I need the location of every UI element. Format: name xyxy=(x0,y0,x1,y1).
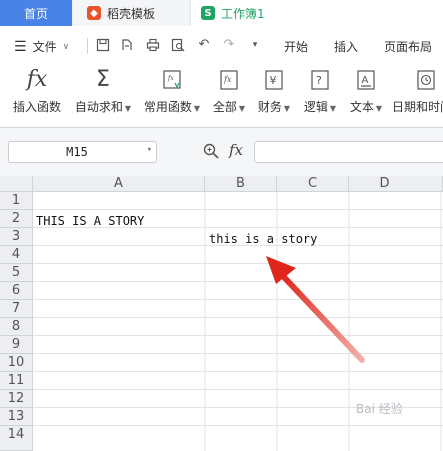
row-header[interactable]: 13 xyxy=(0,408,33,426)
redo-icon[interactable]: ↷ xyxy=(222,38,236,52)
column-header-c[interactable]: C xyxy=(277,176,349,192)
all-functions-button[interactable]: fx 全部 ▼ xyxy=(210,68,248,118)
menu-insert-label: 插入 xyxy=(334,40,359,54)
finance-button[interactable]: ¥ 财务 ▼ xyxy=(254,68,294,118)
finance-label: 财务 xyxy=(257,100,282,114)
name-box[interactable]: M15 ▾ xyxy=(8,141,157,163)
logic-label: 逻辑 xyxy=(303,100,328,114)
save-icon[interactable] xyxy=(96,38,110,52)
all-functions-label: 全部 xyxy=(212,100,237,114)
print-icon[interactable] xyxy=(146,38,160,52)
column-header-d[interactable]: D xyxy=(349,176,443,192)
autosum-button[interactable]: Σ 自动求和 ▼ xyxy=(74,68,132,118)
file-menu-label: 文件 xyxy=(32,40,57,54)
tab-home-label: 首页 xyxy=(23,6,48,21)
datetime-label: 日期和时间 xyxy=(392,100,443,114)
docer-icon: ◆ xyxy=(87,6,101,20)
common-functions-label: 常用函数 xyxy=(143,100,192,114)
menu-bar: ☰ 文件 ∨ ↶ ↷ ▾ 开始 插入 页面布局 xyxy=(0,26,443,66)
finance-icon: ¥ xyxy=(265,70,283,90)
svg-text:?: ? xyxy=(316,74,322,87)
row-header[interactable]: 6 xyxy=(0,282,33,300)
cell-b3[interactable]: this is a story xyxy=(209,232,317,246)
column-header-b[interactable]: B xyxy=(205,176,277,192)
row-header[interactable]: 11 xyxy=(0,372,33,390)
caret-down-icon: ▼ xyxy=(283,104,291,113)
row-header[interactable]: 9 xyxy=(0,336,33,354)
chevron-down-icon: ∨ xyxy=(62,41,70,52)
datetime-button[interactable]: 日期和时间 xyxy=(392,68,443,118)
caret-down-icon: ▼ xyxy=(329,104,337,113)
spreadsheet-window: 首页 ◆ 稻壳模板 S 工作簿1 ☰ 文件 ∨ ↶ ↷ ▾ 开始 插入 页面布局… xyxy=(0,0,443,451)
tab-workbook[interactable]: S 工作簿1 xyxy=(191,0,443,26)
chevron-down-icon[interactable]: ▾ xyxy=(147,145,152,155)
hamburger-icon: ☰ xyxy=(14,38,27,55)
text-functions-button[interactable]: A 文本 ▼ xyxy=(346,68,386,118)
row-header[interactable]: 4 xyxy=(0,246,33,264)
undo-icon[interactable]: ↶ xyxy=(197,38,211,52)
fx-insert-function-icon: fx xyxy=(26,67,48,92)
divider xyxy=(87,38,88,54)
common-functions-button[interactable]: fx 常用函数 ▼ xyxy=(142,68,202,118)
autosum-label: 自动求和 xyxy=(74,100,123,114)
menu-page-layout-label: 页面布局 xyxy=(384,40,433,54)
export-pdf-icon[interactable] xyxy=(120,38,134,52)
column-header-a[interactable]: A xyxy=(33,176,205,192)
tab-home[interactable]: 首页 xyxy=(0,0,72,26)
text-icon: A xyxy=(357,70,375,90)
quick-access-dropdown-icon[interactable]: ▾ xyxy=(248,38,262,52)
formula-bar: M15 ▾ fx xyxy=(0,128,443,176)
svg-text:fx: fx xyxy=(223,75,232,84)
print-preview-icon[interactable] xyxy=(171,38,185,52)
logic-icon: ? xyxy=(311,70,329,90)
caret-down-icon: ▼ xyxy=(124,104,132,113)
file-menu[interactable]: ☰ 文件 ∨ xyxy=(14,38,69,55)
caret-down-icon: ▼ xyxy=(375,104,383,113)
fx-icon[interactable]: fx xyxy=(229,141,243,159)
svg-text:A: A xyxy=(362,75,369,86)
row-header[interactable]: 8 xyxy=(0,318,33,336)
datetime-icon xyxy=(417,70,435,90)
common-function-icon: fx xyxy=(163,70,181,89)
tab-bar: 首页 ◆ 稻壳模板 S 工作簿1 xyxy=(0,0,443,26)
autosum-icon: Σ xyxy=(96,67,110,92)
spreadsheet-icon: S xyxy=(201,6,215,20)
logic-button[interactable]: ? 逻辑 ▼ xyxy=(300,68,340,118)
tab-template[interactable]: ◆ 稻壳模板 xyxy=(73,0,189,26)
menu-insert[interactable]: 插入 xyxy=(334,38,358,55)
caret-down-icon: ▼ xyxy=(238,104,246,113)
all-functions-icon: fx xyxy=(220,70,238,90)
menu-start[interactable]: 开始 xyxy=(284,38,308,55)
row-header[interactable]: 1 xyxy=(0,192,33,210)
row-header[interactable]: 2 xyxy=(0,210,33,228)
row-header[interactable]: 7 xyxy=(0,300,33,318)
select-all-corner[interactable] xyxy=(0,176,33,192)
zoom-search-icon[interactable] xyxy=(202,142,220,160)
watermark: Bai 经验 xyxy=(356,402,403,416)
insert-function-label: 插入函数 xyxy=(12,100,61,114)
cell-a2[interactable]: THIS IS A STORY xyxy=(36,214,144,228)
row-header[interactable]: 14 xyxy=(0,426,33,451)
tab-template-label: 稻壳模板 xyxy=(107,6,156,21)
menu-page-layout[interactable]: 页面布局 xyxy=(384,38,432,55)
row-header[interactable]: 3 xyxy=(0,228,33,246)
svg-text:¥: ¥ xyxy=(270,74,277,87)
text-functions-label: 文本 xyxy=(349,100,374,114)
tab-workbook-label: 工作簿1 xyxy=(221,6,265,21)
row-header[interactable]: 10 xyxy=(0,354,33,372)
insert-function-button[interactable]: fx 插入函数 xyxy=(10,68,64,118)
row-header[interactable]: 5 xyxy=(0,264,33,282)
menu-start-label: 开始 xyxy=(284,40,309,54)
name-box-value: M15 xyxy=(66,145,88,159)
formula-input[interactable] xyxy=(254,141,443,163)
svg-text:fx: fx xyxy=(167,75,174,82)
caret-down-icon: ▼ xyxy=(193,104,201,113)
ribbon-formulas: fx 插入函数 Σ 自动求和 ▼ fx 常用函数 ▼ fx 全部 ▼ ¥ 财务 ▼ ? … xyxy=(0,66,443,128)
row-header[interactable]: 12 xyxy=(0,390,33,408)
